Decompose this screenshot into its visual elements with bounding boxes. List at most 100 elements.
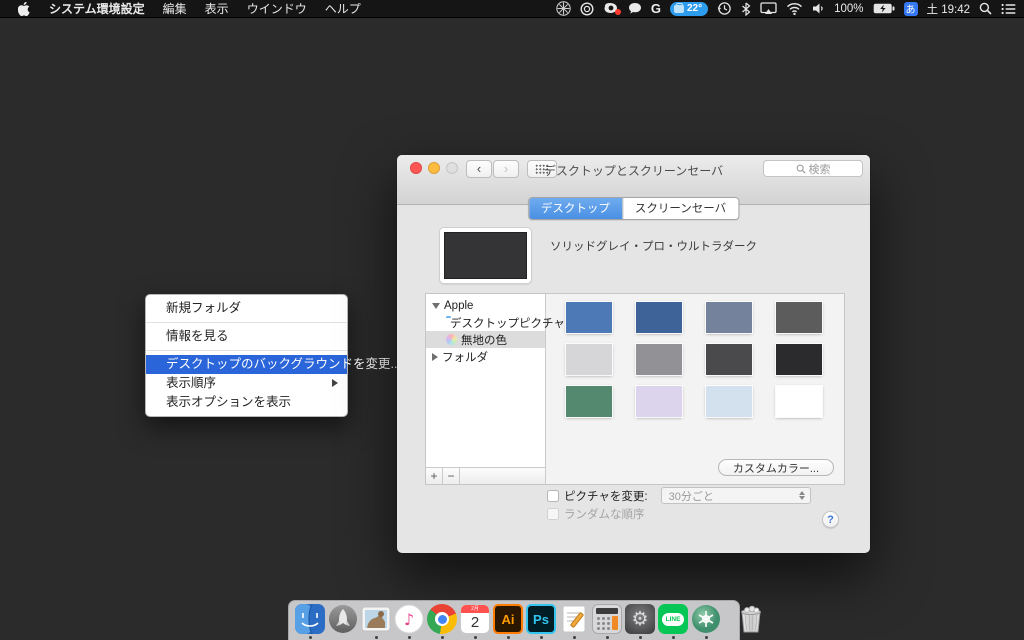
menu-view[interactable]: 表示 — [196, 0, 238, 17]
notification-badge — [615, 9, 621, 15]
trash-icon[interactable] — [737, 604, 767, 634]
wifi-icon[interactable] — [786, 2, 803, 15]
illustrator-icon[interactable]: Ai — [493, 604, 523, 634]
color-swatch[interactable] — [636, 302, 682, 333]
tab-desktop[interactable]: デスクトップ — [529, 198, 622, 219]
sidebar-item[interactable]: フォルダ — [426, 348, 545, 365]
dock-item-launchpad[interactable] — [328, 604, 358, 639]
finder-icon[interactable] — [295, 604, 325, 634]
sidebar-item[interactable]: Apple — [426, 297, 545, 314]
disclosure-triangle-icon[interactable] — [432, 353, 438, 361]
swatch-panel: カスタムカラー... — [546, 294, 844, 484]
photoshop-icon[interactable]: Ps — [526, 604, 556, 634]
color-swatch[interactable] — [566, 344, 612, 375]
preview-icon[interactable] — [361, 604, 391, 634]
color-swatch[interactable] — [566, 302, 612, 333]
desktop-preview-frame[interactable] — [440, 228, 531, 283]
dock-item-finder[interactable] — [295, 604, 325, 639]
dock-item-calendar[interactable]: 2月2 — [460, 604, 490, 639]
volume-icon[interactable] — [812, 2, 825, 15]
chat-bubble-icon[interactable] — [628, 2, 642, 15]
change-picture-row: ピクチャを変更: 30分ごと — [547, 487, 811, 504]
dock-item-green-app[interactable] — [691, 604, 721, 639]
battery-icon[interactable] — [873, 3, 895, 14]
context-menu-item[interactable]: 情報を見る — [146, 327, 347, 346]
menu-window[interactable]: ウインドウ — [238, 0, 316, 17]
interval-dropdown[interactable]: 30分ごと — [661, 487, 811, 504]
color-swatch[interactable] — [706, 302, 752, 333]
dock-item-system-preferences[interactable]: ⚙ — [625, 604, 655, 639]
sidebar-item-label: Apple — [444, 300, 473, 312]
dock-item-line[interactable]: LINE — [658, 604, 688, 639]
context-menu-item[interactable]: 新規フォルダ — [146, 299, 347, 318]
itunes-icon[interactable]: ♪ — [394, 604, 424, 634]
notification-center-icon[interactable] — [1001, 3, 1016, 15]
context-menu-item[interactable]: 表示オプションを表示 — [146, 393, 347, 412]
menu-help[interactable]: ヘルプ — [316, 0, 370, 17]
shutter-icon[interactable] — [556, 1, 571, 16]
sidebar-item[interactable]: 無地の色 — [426, 331, 545, 348]
disclosure-triangle-icon[interactable] — [432, 303, 440, 309]
dock-item-textedit[interactable] — [559, 604, 589, 639]
dock-item-chrome[interactable] — [427, 604, 457, 639]
search-field[interactable]: 検索 — [763, 160, 863, 177]
menu-edit[interactable]: 編集 — [154, 0, 196, 17]
menu-bar: システム環境設定 編集 表示 ウインドウ ヘルプ G 22° — [0, 0, 1024, 18]
system-preferences-window: ‹ › デスクトップとスクリーンセーバ 検索 デスクトップスクリーンセーバ ソリ… — [397, 155, 870, 553]
dock-item-calculator[interactable] — [592, 604, 622, 639]
line-icon[interactable]: LINE — [658, 604, 688, 634]
change-picture-checkbox[interactable] — [547, 490, 559, 502]
sidebar-item-label: 無地の色 — [461, 332, 507, 348]
dock-item-illustrator[interactable]: Ai — [493, 604, 523, 639]
color-swatch[interactable] — [706, 344, 752, 375]
menu-app-name[interactable]: システム環境設定 — [40, 0, 154, 17]
sidebar-item[interactable]: デスクトップピクチャ — [426, 314, 545, 331]
calendar-icon[interactable]: 2月2 — [460, 604, 490, 634]
dock-item-itunes[interactable]: ♪ — [394, 604, 424, 639]
desktop-preview-swatch — [444, 232, 527, 279]
color-swatch[interactable] — [706, 386, 752, 417]
time-machine-icon[interactable] — [717, 1, 732, 16]
apple-menu-icon[interactable] — [8, 2, 40, 16]
context-menu-item[interactable]: デスクトップのバックグラウンドを変更... — [146, 355, 347, 374]
preview-label: ソリッドグレイ・プロ・ウルトラダーク — [550, 238, 757, 254]
launchpad-icon[interactable] — [328, 604, 358, 634]
airplay-display-icon[interactable] — [760, 2, 777, 15]
running-indicator — [441, 636, 444, 639]
running-indicator — [573, 636, 576, 639]
spotlight-search-icon[interactable] — [979, 2, 992, 15]
system-preferences-icon[interactable]: ⚙ — [625, 604, 655, 634]
weather-badge[interactable]: 22° — [670, 2, 708, 16]
tab-screensaver[interactable]: スクリーンセーバ — [622, 198, 738, 219]
running-indicator — [309, 636, 312, 639]
color-swatch[interactable] — [636, 386, 682, 417]
color-swatch[interactable] — [636, 344, 682, 375]
green-app-icon[interactable] — [691, 604, 721, 634]
custom-color-button[interactable]: カスタムカラー... — [718, 459, 834, 476]
calculator-icon[interactable] — [592, 604, 622, 634]
running-indicator — [408, 636, 411, 639]
camera-notification-icon[interactable] — [603, 2, 619, 15]
color-swatch[interactable] — [776, 302, 822, 333]
color-swatch[interactable] — [776, 344, 822, 375]
svg-text:♪: ♪ — [404, 610, 414, 629]
dock-item-preview[interactable] — [361, 604, 391, 639]
stepper-icon — [798, 490, 807, 501]
bluetooth-icon[interactable] — [741, 2, 751, 16]
color-swatch[interactable] — [776, 386, 822, 417]
menu-bar-clock[interactable]: 土 19:42 — [927, 1, 970, 17]
color-swatch[interactable] — [566, 386, 612, 417]
menu-separator — [146, 322, 347, 323]
help-button[interactable]: ? — [822, 511, 839, 528]
context-menu-item[interactable]: 表示順序 — [146, 374, 347, 393]
logitech-g-icon[interactable]: G — [651, 1, 661, 16]
ring-icon[interactable] — [580, 2, 594, 16]
dock-item-photoshop[interactable]: Ps — [526, 604, 556, 639]
input-source-badge[interactable]: あ — [904, 2, 918, 16]
sidebar-item-label: フォルダ — [442, 349, 488, 365]
dock-item-trash[interactable] — [737, 604, 767, 639]
remove-folder-button[interactable]: − — [443, 468, 460, 484]
chrome-icon[interactable] — [427, 604, 457, 634]
textedit-icon[interactable] — [559, 604, 589, 634]
add-folder-button[interactable]: + — [426, 468, 443, 484]
